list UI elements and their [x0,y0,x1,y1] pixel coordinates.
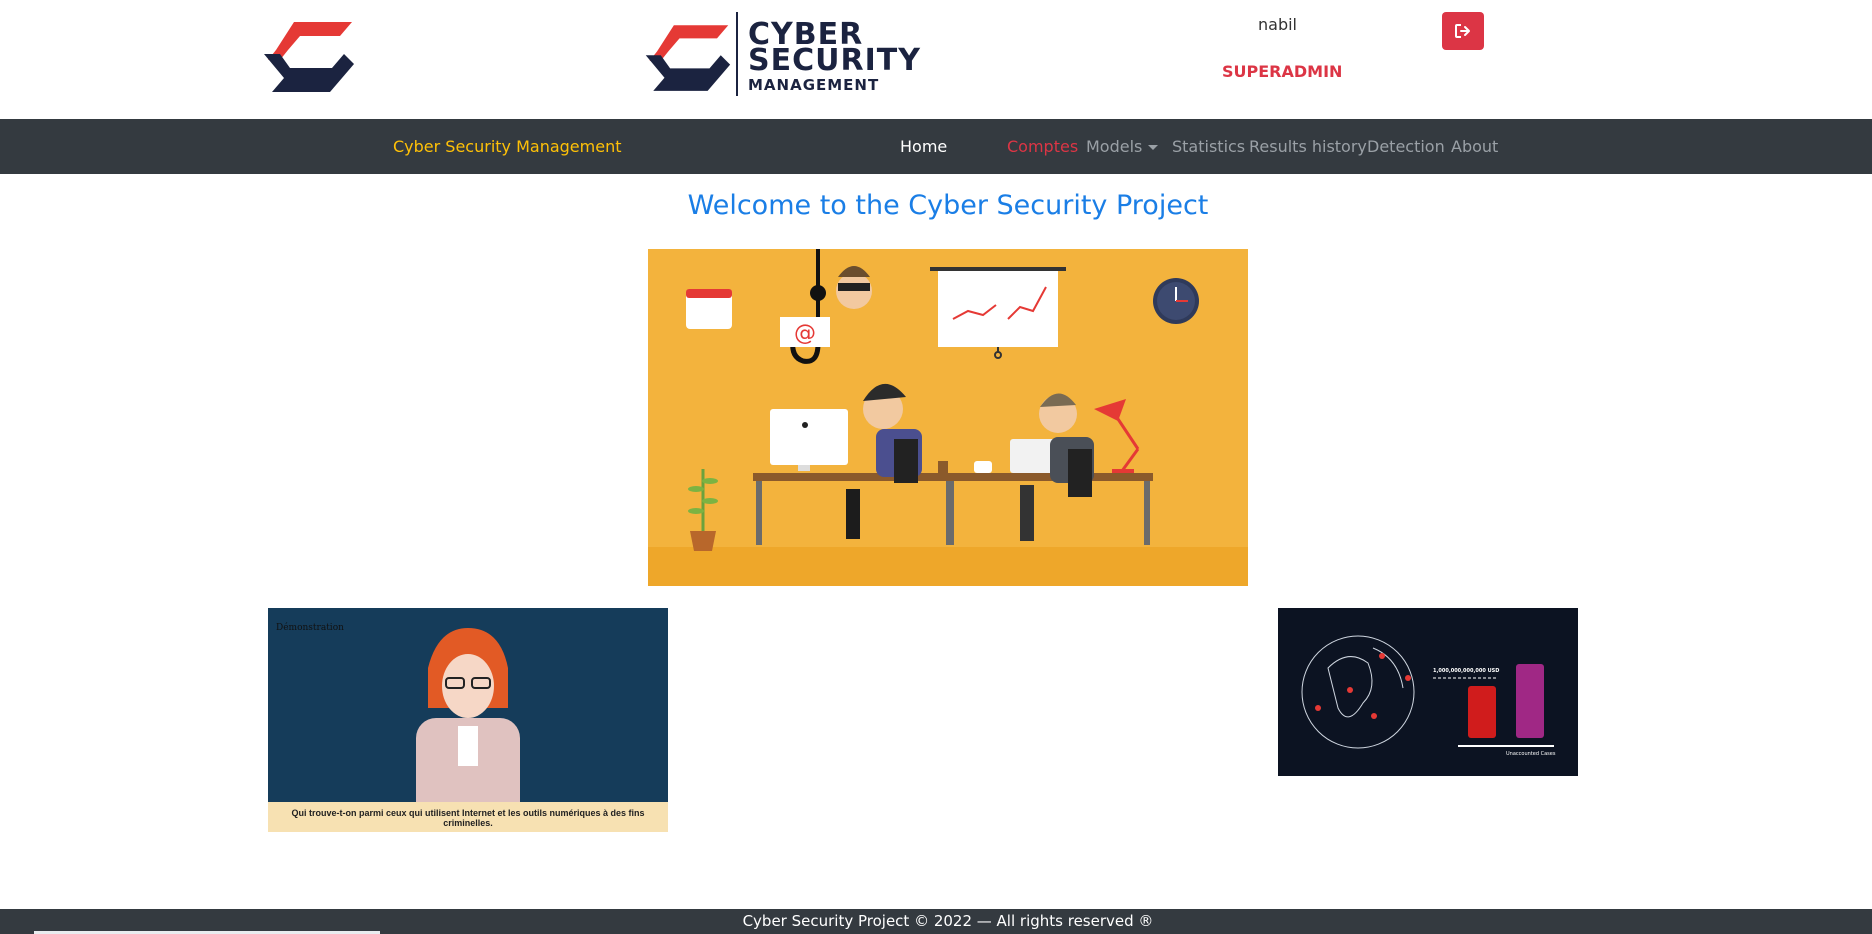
laptop-icon [1010,439,1056,473]
top-header: CYBER SECURITY MANAGEMENT nabil SUPERADM… [0,0,1872,119]
hero-illustration: @ [648,249,1248,586]
logo-mark-icon [645,25,731,91]
video-caption: Qui trouve-t-on parmi ceux qui utilisent… [291,808,645,828]
page: CYBER SECURITY MANAGEMENT nabil SUPERADM… [0,0,1872,934]
nav-models-dropdown[interactable]: Models [1086,119,1159,174]
svg-text:@: @ [794,321,816,346]
nav-results-history[interactable]: Results history [1249,119,1367,174]
navbar: Cyber Security Management Home Comptes M… [0,119,1872,174]
video-demonstration[interactable]: Démonstration Qui trouve-t-on parmi ceux… [268,608,668,832]
logo-divider [736,12,738,96]
nav-detection[interactable]: Detection [1367,119,1445,174]
coffee-cup-icon [974,461,992,473]
video-header-label: Démonstration [276,623,344,633]
nav-models-label: Models [1086,137,1143,156]
user-name: nabil [1258,15,1297,34]
email-icon: @ [780,317,830,347]
user-role-badge: SUPERADMIN [1222,62,1343,81]
nav-about[interactable]: About [1451,119,1498,174]
caret-down-icon [1148,145,1159,150]
navbar-brand[interactable]: Cyber Security Management [393,119,622,174]
logout-button[interactable] [1442,12,1484,50]
nav-home[interactable]: Home [900,119,947,174]
video-cybercrime-stats[interactable]: 1,000,000,000,000 USD Unaccounted Cases [1278,608,1578,776]
logo-text: CYBER SECURITY MANAGEMENT [748,20,921,95]
calendar-icon [686,289,732,329]
logo-text-line3: MANAGEMENT [748,76,880,94]
monitor-icon [770,409,848,471]
video-bar-label: Unaccounted Cases [1506,751,1556,757]
footer: Cyber Security Project © 2022 — All righ… [0,909,1872,934]
logo-small-icon [264,22,354,92]
nav-statistics[interactable]: Statistics [1172,119,1245,174]
sign-out-icon [1455,24,1470,38]
clock-icon [1153,278,1199,324]
logo-main: CYBER SECURITY MANAGEMENT [640,10,946,98]
video-amount-label: 1,000,000,000,000 USD [1433,668,1500,674]
logo-text-line2: SECURITY [748,43,921,78]
presentation-board-icon [930,267,1066,359]
page-title: Welcome to the Cyber Security Project [687,190,1209,221]
nav-comptes[interactable]: Comptes [1007,119,1078,174]
video-demonstration-frame [268,608,668,832]
small-plant-icon [938,461,948,473]
